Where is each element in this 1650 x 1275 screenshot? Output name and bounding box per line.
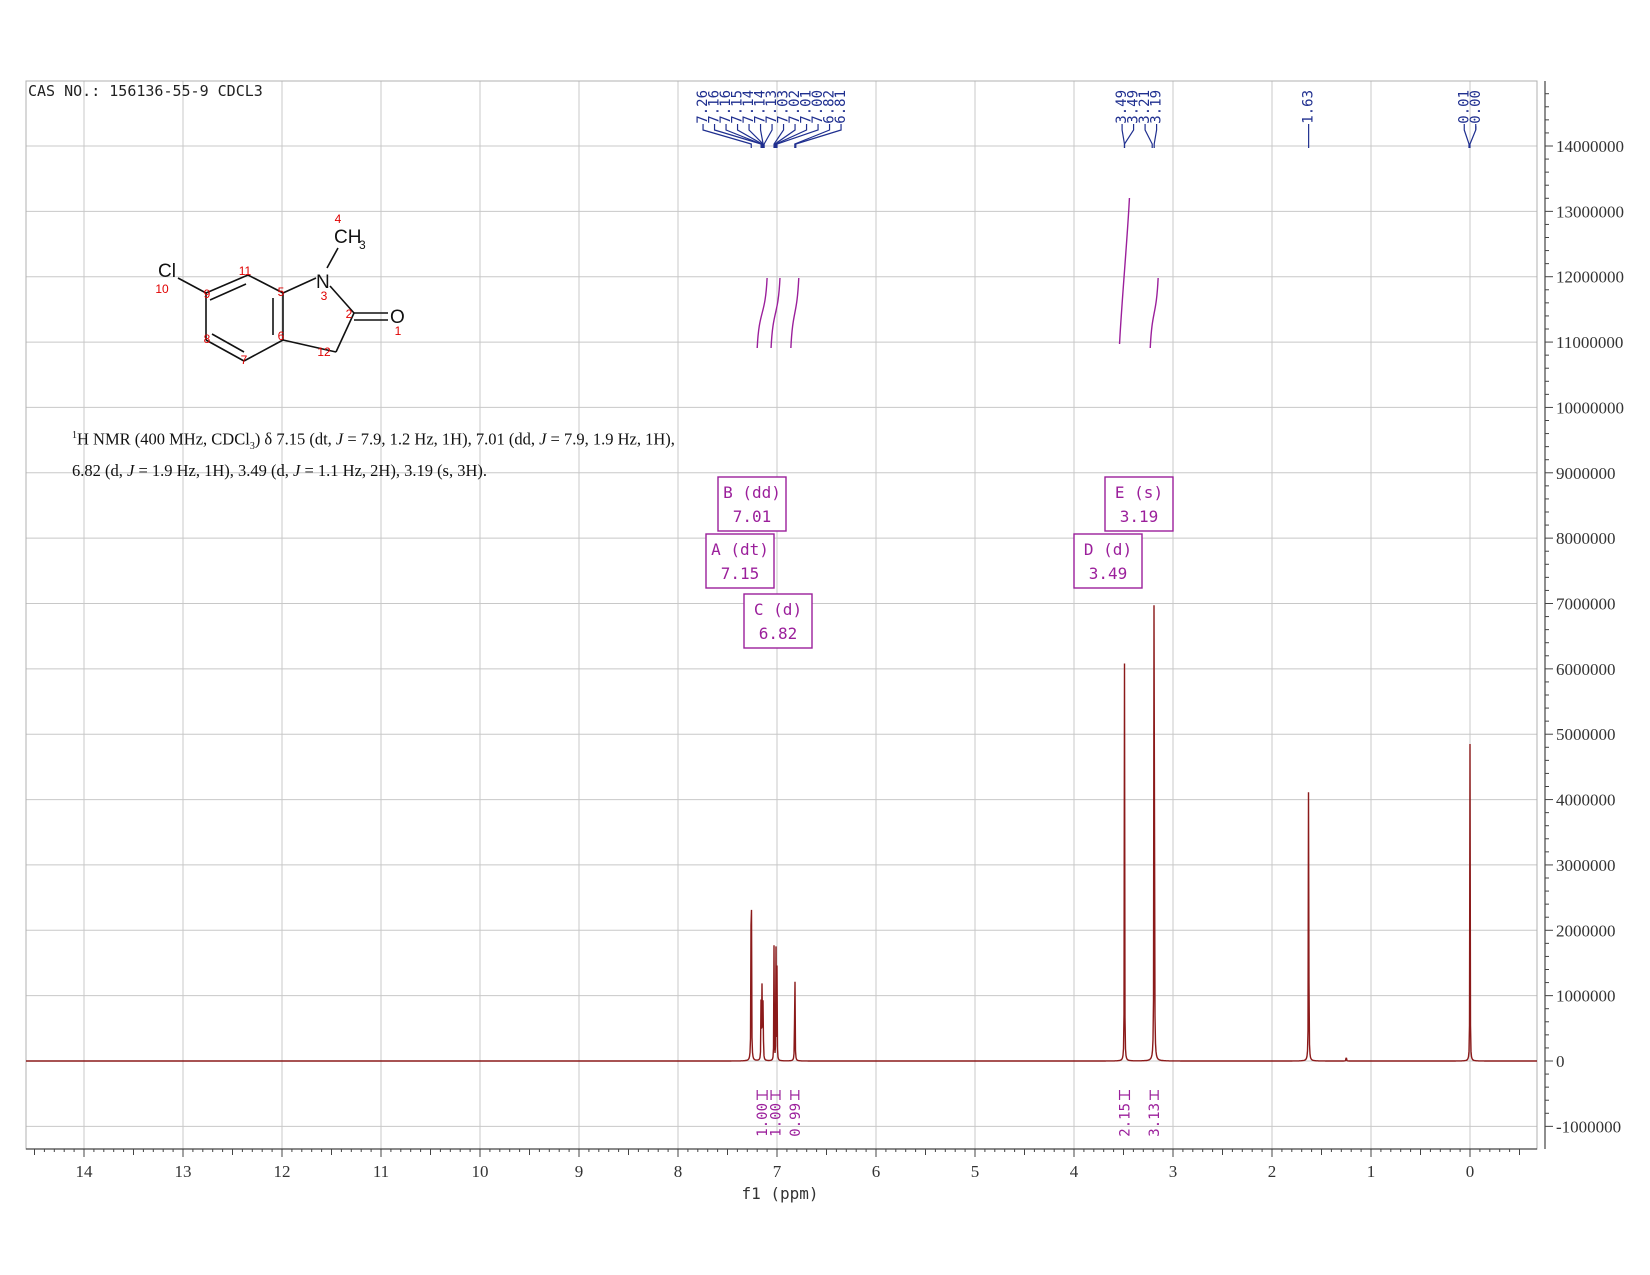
x-tick-label: 4 bbox=[1070, 1162, 1079, 1181]
multiplet-label: A (dt) bbox=[711, 540, 769, 559]
x-tick-label: 8 bbox=[674, 1162, 683, 1181]
spectrum-trace bbox=[26, 605, 1537, 1062]
atom-number: 9 bbox=[204, 287, 211, 301]
x-tick-label: 14 bbox=[76, 1162, 94, 1181]
multiplet-label: C (d) bbox=[754, 600, 802, 619]
integral-curve bbox=[790, 277, 800, 349]
y-tick-label: 14000000 bbox=[1556, 137, 1624, 156]
atom-number: 4 bbox=[335, 212, 342, 226]
y-tick-label: 9000000 bbox=[1556, 464, 1616, 483]
atom-number: 12 bbox=[317, 345, 331, 359]
integral-curve bbox=[1118, 197, 1131, 345]
y-tick-label: 13000000 bbox=[1556, 202, 1624, 221]
x-tick-label: 11 bbox=[373, 1162, 389, 1181]
y-axis: 1400000013000000120000001100000010000000… bbox=[1544, 81, 1624, 1149]
atom-ch3-sub: 3 bbox=[359, 238, 366, 252]
desc-part: = 7.9, 1.2 Hz, 1H), 7.01 (dd, bbox=[343, 429, 540, 449]
y-tick-label: 10000000 bbox=[1556, 398, 1624, 417]
x-tick-label: 1 bbox=[1367, 1162, 1376, 1181]
atom-number: 10 bbox=[155, 282, 169, 296]
x-tick-label: 10 bbox=[472, 1162, 489, 1181]
x-tick-label: 3 bbox=[1169, 1162, 1178, 1181]
desc-part: = 1.9 Hz, 1H), 3.49 (d, bbox=[134, 460, 294, 480]
desc-part: = 1.1 Hz, 2H), 3.19 (s, 3H). bbox=[300, 460, 488, 480]
x-tick-label: 9 bbox=[575, 1162, 584, 1181]
multiplet-shift: 3.19 bbox=[1120, 507, 1159, 526]
x-tick-label: 2 bbox=[1268, 1162, 1277, 1181]
x-tick-label: 0 bbox=[1466, 1162, 1475, 1181]
atom-number: 6 bbox=[278, 329, 285, 343]
atom-number: 11 bbox=[239, 264, 252, 278]
atom-number: 2 bbox=[346, 307, 353, 321]
multiplet-shift: 7.01 bbox=[733, 507, 772, 526]
x-tick-label: 6 bbox=[872, 1162, 881, 1181]
desc-part: = 7.9, 1.9 Hz, 1H), bbox=[546, 429, 675, 449]
atom-number: 8 bbox=[204, 332, 211, 346]
peak-label-connector bbox=[1153, 124, 1158, 148]
peak-label-connector bbox=[1144, 124, 1153, 148]
atom-number: 7 bbox=[241, 353, 248, 367]
integral-curve bbox=[770, 277, 781, 349]
structure-atom-numbers: 123456789101112 bbox=[155, 212, 401, 367]
atom-cl: Cl bbox=[158, 261, 176, 282]
y-tick-label: 3000000 bbox=[1556, 856, 1616, 875]
integral-value: 3.13 bbox=[1147, 1103, 1163, 1137]
integral-labels: 1.001.00 0.99 2.15 3.13 bbox=[755, 1090, 1163, 1137]
atom-ch3: CH bbox=[334, 227, 361, 248]
peak-label-connector bbox=[763, 124, 773, 148]
multiplet-shift: 6.82 bbox=[759, 624, 798, 643]
y-tick-label: 7000000 bbox=[1556, 595, 1616, 614]
atom-number: 1 bbox=[395, 324, 402, 338]
multiplet-boxes: A (dt) 7.15 B (dd) 7.01 C (d) 6.82 D (d) 3.49 E … bbox=[705, 476, 1174, 649]
x-axis: 14 13 12 11 10 9 8 7 6 5 4 3 2 1 0 bbox=[26, 1148, 1537, 1181]
atom-number: 3 bbox=[321, 289, 328, 303]
nmr-spectrum-chart: 14 13 12 11 10 9 8 7 6 5 4 3 2 1 0 1400000013000000120… bbox=[25, 80, 1624, 1203]
y-tick-label: 2000000 bbox=[1556, 921, 1616, 940]
peak-label: 6.81 bbox=[833, 90, 849, 124]
y-tick-label: 12000000 bbox=[1556, 268, 1624, 287]
peak-labels: 7.267.167.167.157.147.147.137.037.027.01… bbox=[695, 90, 1484, 148]
x-tick-label: 7 bbox=[773, 1162, 782, 1181]
y-tick-label: 5000000 bbox=[1556, 725, 1616, 744]
x-tick-label: 12 bbox=[274, 1162, 291, 1181]
atom-number: 5 bbox=[278, 285, 285, 299]
integral-value: 2.15 bbox=[1117, 1103, 1133, 1137]
y-tick-label: 4000000 bbox=[1556, 791, 1616, 810]
cas-number-label: CAS NO.: 156136-55-9 CDCL3 bbox=[28, 82, 263, 100]
integral-curve bbox=[1149, 277, 1159, 349]
nmr-description: 1H NMR (400 MHz, CDCl3) δ 7.15 (dt, J = … bbox=[72, 424, 772, 483]
x-axis-label: f1 (ppm) bbox=[741, 1184, 818, 1203]
peak-label: 3.19 bbox=[1149, 90, 1165, 124]
peak-label-connector bbox=[1123, 124, 1135, 148]
integral-curve bbox=[756, 277, 768, 349]
peak-label-connector bbox=[702, 124, 752, 148]
multiplet-shift: 3.49 bbox=[1089, 564, 1128, 583]
multiplet-label: E (s) bbox=[1115, 483, 1163, 502]
multiplet-label: B (dd) bbox=[723, 483, 781, 502]
y-tick-label: -1000000 bbox=[1556, 1117, 1621, 1136]
desc-part: H NMR (400 MHz, CDCl bbox=[77, 429, 250, 449]
multiplet-shift: 7.15 bbox=[721, 564, 760, 583]
desc-part: ) δ 7.15 (dt, bbox=[254, 429, 336, 449]
y-tick-label: 6000000 bbox=[1556, 660, 1616, 679]
y-tick-label: 0 bbox=[1556, 1052, 1565, 1071]
integral-curves bbox=[756, 197, 1159, 349]
y-tick-label: 1000000 bbox=[1556, 987, 1616, 1006]
x-tick-label: 5 bbox=[971, 1162, 980, 1181]
peak-label: 1.63 bbox=[1301, 90, 1317, 124]
multiplet-label: D (d) bbox=[1084, 540, 1132, 559]
desc-part: 6.82 (d, bbox=[72, 460, 127, 480]
y-tick-label: 11000000 bbox=[1556, 333, 1623, 352]
y-tick-label: 8000000 bbox=[1556, 529, 1616, 548]
x-tick-label: 13 bbox=[175, 1162, 192, 1181]
integral-value: 0.99 bbox=[788, 1103, 804, 1137]
integral-value: 1.00 bbox=[769, 1103, 785, 1137]
